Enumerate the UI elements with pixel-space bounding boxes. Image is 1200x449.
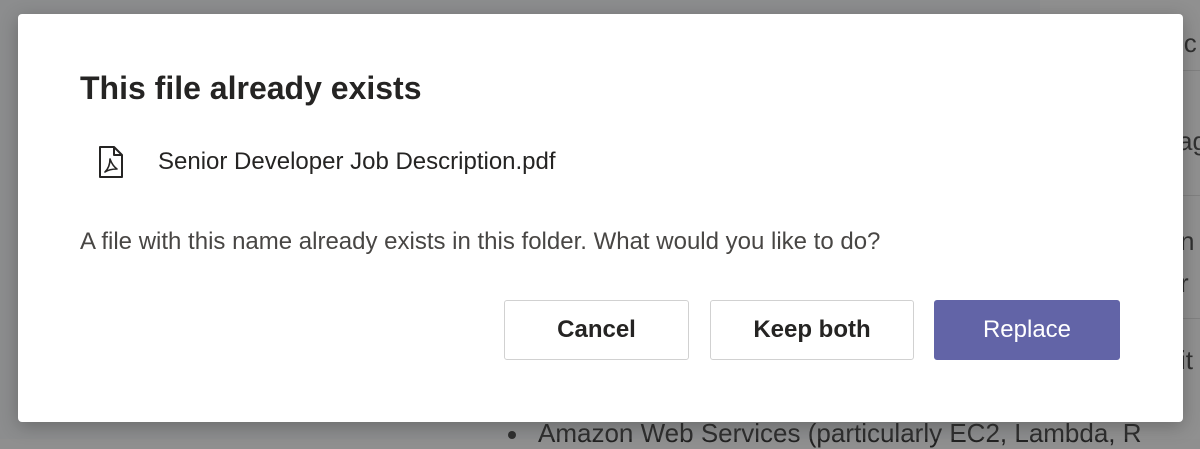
dialog-message: A file with this name already exists in … xyxy=(80,228,881,255)
dialog-title: This file already exists xyxy=(80,70,422,106)
file-exists-dialog: This file already exists Senior Develope… xyxy=(18,14,1183,422)
replace-button[interactable]: Replace xyxy=(934,300,1120,360)
keep-both-button[interactable]: Keep both xyxy=(710,300,914,360)
file-name: Senior Developer Job Description.pdf xyxy=(158,148,556,175)
cancel-button[interactable]: Cancel xyxy=(504,300,689,360)
pdf-file-icon xyxy=(98,145,124,179)
file-row: Senior Developer Job Description.pdf xyxy=(98,142,556,182)
